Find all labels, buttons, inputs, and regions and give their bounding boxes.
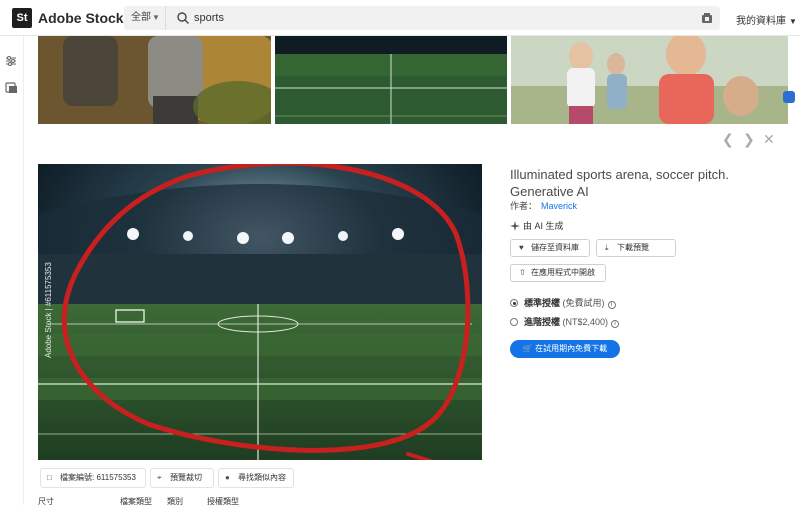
search-input[interactable]: sports [194, 6, 224, 30]
author-line: 作者： Maverick [510, 199, 577, 212]
free-trial-download-button[interactable]: 🛒 在試用期內免費下載 [510, 340, 620, 358]
open-in-app-label: 在應用程式中開啟 [531, 268, 595, 277]
license-option-standard[interactable]: 標準授權 (免費試用) i [510, 296, 616, 309]
search-icon[interactable] [176, 11, 190, 25]
license-name: 進階授權 [524, 317, 561, 327]
thumbnail-image [511, 36, 788, 124]
ai-sparkle-icon [510, 221, 520, 231]
result-thumbnail-runners[interactable] [38, 36, 271, 124]
share-icon: ⇧ [519, 268, 526, 277]
crop-icon: ⌖ [157, 473, 162, 482]
author-link[interactable]: Maverick [541, 201, 577, 211]
visual-search-icon[interactable] [700, 11, 714, 25]
search-filter-dropdown[interactable]: 全部 ▼ [124, 6, 166, 30]
my-library-menu[interactable]: 我的資料庫 ▼ [736, 12, 797, 27]
save-to-library-button[interactable]: ♥ 儲存至資料庫 [510, 239, 590, 257]
my-library-label: 我的資料庫 [736, 16, 786, 27]
info-icon[interactable]: i [611, 320, 620, 328]
detail-header-license-type: 授權類型 [207, 497, 239, 506]
file-id-value: 611575353 [96, 473, 136, 482]
license-option-extended[interactable]: 進階授權 (NT$2,400) i [510, 315, 620, 328]
top-bar: St Adobe Stock 全部 ▼ sports 我的資料庫 ▼ [0, 0, 800, 36]
search-bar[interactable]: 全部 ▼ sports [124, 6, 720, 30]
detail-header-file-type: 檔案類型 [120, 497, 152, 506]
left-rail [0, 36, 24, 505]
download-icon: ⤓ [605, 243, 609, 252]
copy-icon: □ [47, 473, 52, 482]
file-id-chip[interactable]: □ 檔案編號: 611575353 [40, 468, 146, 488]
preview-crop-label: 預覽裁切 [170, 473, 202, 482]
red-annotation-circle [61, 164, 471, 460]
asset-title: Illuminated sports arena, soccer pitch. … [510, 167, 729, 199]
save-to-library-label: 儲存至資料庫 [531, 243, 579, 252]
detail-header-category: 類別 [167, 497, 183, 506]
license-detail: (NT$2,400) [562, 317, 609, 327]
open-in-app-button[interactable]: ⇧ 在應用程式中開啟 [510, 264, 606, 282]
license-detail: (免費試用) [562, 298, 605, 308]
adobe-stock-logo[interactable]: St [12, 8, 32, 28]
radio-unselected[interactable] [510, 318, 518, 326]
thumbnail-image [275, 36, 507, 124]
chevron-down-icon: ▼ [789, 17, 797, 26]
prev-arrow-icon[interactable]: ❮ [722, 131, 734, 148]
free-trial-download-label: 在試用期內免費下載 [535, 344, 608, 353]
author-label: 作者： [510, 201, 538, 211]
file-id-label: 檔案編號: [60, 473, 95, 482]
download-preview-label: 下載預覽 [617, 243, 649, 252]
search-filter-label: 全部 [131, 12, 151, 23]
chevron-down-icon: ▼ [152, 13, 160, 22]
preview-watermark: Adobe Stock | #611575353 [44, 262, 53, 358]
heart-icon: ♥ [519, 243, 524, 252]
find-similar-button[interactable]: ● 尋找類似內容 [218, 468, 294, 488]
preview-crop-button[interactable]: ⌖ 預覽裁切 [150, 468, 214, 488]
filters-icon[interactable] [4, 54, 18, 68]
detail-header-size: 尺寸 [38, 497, 54, 506]
close-icon[interactable]: ✕ [763, 131, 775, 148]
thumbnail-image [38, 36, 271, 124]
radio-selected[interactable] [510, 299, 518, 307]
asset-preview-image[interactable] [38, 164, 482, 460]
download-preview-button[interactable]: ⤓ 下載預覽 [596, 239, 676, 257]
ai-generated-label: 由 AI 生成 [523, 221, 564, 231]
cart-icon: 🛒 [522, 344, 533, 353]
result-thumbnail-women-running[interactable] [511, 36, 788, 124]
license-name: 標準授權 [524, 298, 561, 308]
next-arrow-icon[interactable]: ❯ [743, 131, 755, 148]
image-search-icon[interactable] [4, 80, 18, 94]
find-similar-label: 尋找類似內容 [238, 473, 286, 482]
ai-generated-badge: 由 AI 生成 [510, 219, 564, 232]
info-icon[interactable]: i [607, 301, 616, 309]
camera-icon: ● [225, 473, 230, 482]
chat-icon[interactable] [783, 91, 795, 103]
brand-name[interactable]: Adobe Stock [38, 10, 124, 26]
result-thumbnail-stadium[interactable] [275, 36, 507, 124]
